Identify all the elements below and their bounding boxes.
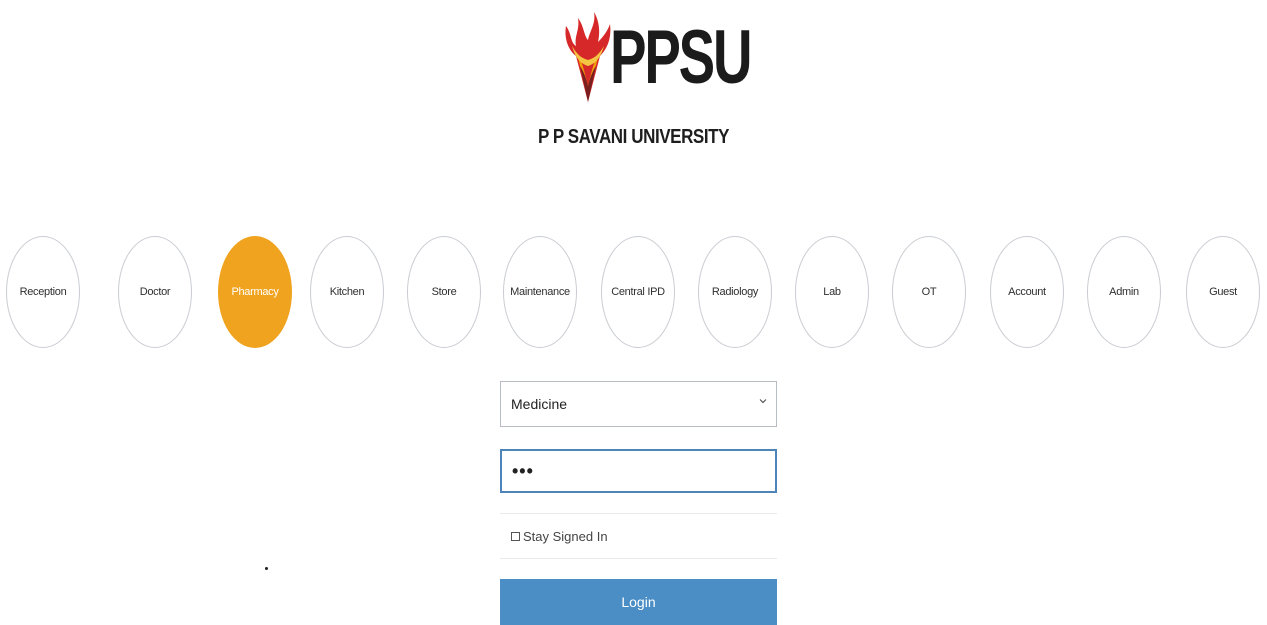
role-guest[interactable]: Guest [1186,236,1260,348]
role-label: Doctor [139,286,171,298]
login-button-label: Login [621,594,656,610]
password-field[interactable]: ••• [500,449,777,493]
role-label: Central IPD [611,286,665,298]
role-central-ipd[interactable]: Central IPD [601,236,675,348]
role-ot[interactable]: OT [892,236,966,348]
role-maintenance[interactable]: Maintenance [503,236,577,348]
department-select-value: Medicine [511,396,568,412]
password-value: ••• [512,460,534,481]
role-label: Guest [1209,286,1237,298]
flame-emblem-icon [565,12,611,102]
role-admin[interactable]: Admin [1087,236,1161,348]
role-tint-decoration [111,279,123,307]
stay-signed-in-row: Stay Signed In [500,513,777,559]
ppsu-logo: PPSU [560,6,753,110]
role-label: Lab [823,286,841,298]
login-form: Medicine ••• Stay Signed In Login [500,381,777,625]
role-label: Store [431,286,457,298]
role-label: OT [921,286,937,298]
login-page: PPSU P P SAVANI UNIVERSITY Reception Doc… [0,0,1267,625]
role-label: Maintenance [510,286,570,298]
role-label: Pharmacy [231,286,279,298]
role-reception[interactable]: Reception [6,236,80,348]
university-name: P P SAVANI UNIVERSITY [537,126,730,148]
role-label: Radiology [711,286,759,298]
role-doctor[interactable]: Doctor [111,236,192,348]
role-label: Admin [1109,286,1139,298]
role-label: Kitchen [329,286,365,298]
role-store[interactable]: Store [407,236,481,348]
role-label: Account [1008,286,1046,298]
department-select[interactable]: Medicine [500,381,777,427]
role-kitchen[interactable]: Kitchen [310,236,384,348]
stay-signed-in-checkbox[interactable] [511,531,520,541]
role-radiology[interactable]: Radiology [698,236,772,348]
role-lab[interactable]: Lab [795,236,869,348]
role-label: Reception [19,286,67,298]
role-selector: Reception Doctor Pharmacy Kitchen Store … [0,236,1267,348]
login-button[interactable]: Login [500,579,777,625]
chevron-down-icon [759,399,767,404]
stay-signed-in-label[interactable]: Stay Signed In [523,529,608,544]
stray-dot [265,567,268,570]
role-pharmacy[interactable]: Pharmacy [218,236,292,348]
logo-wordmark: PPSU [610,15,753,100]
role-account[interactable]: Account [990,236,1064,348]
